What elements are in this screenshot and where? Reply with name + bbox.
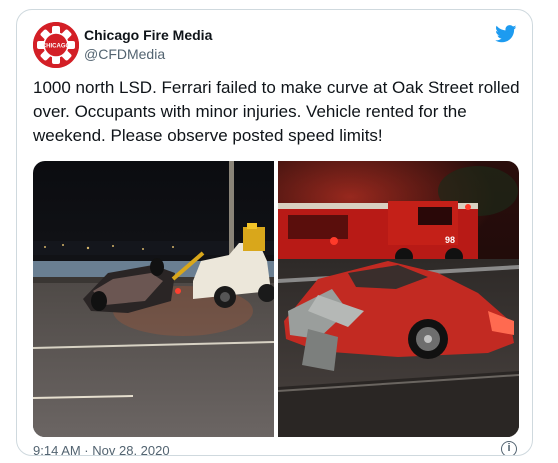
photo-overturned-car[interactable] — [33, 161, 274, 437]
chicago-fire-logo-icon: CHICAGO — [33, 22, 79, 68]
twitter-bird-icon[interactable] — [495, 25, 517, 43]
tweet-media[interactable]: 98 — [33, 161, 519, 437]
info-icon[interactable]: i — [501, 441, 517, 455]
tweet-text: 1000 north LSD. Ferrari failed to make c… — [33, 78, 520, 145]
fire-truck-number: 98 — [445, 235, 455, 245]
avatar[interactable]: CHICAGO — [33, 22, 79, 68]
tweet-timestamp[interactable]: 9:14 AM · Nov 28, 2020 — [33, 443, 170, 455]
avatar-logo-text: CHICAGO — [42, 44, 71, 50]
display-name[interactable]: Chicago Fire Media — [84, 27, 212, 43]
user-handle[interactable]: @CFDMedia — [84, 46, 165, 62]
tweet-card[interactable]: CHICAGO Chicago Fire Media @CFDMedia 100… — [16, 9, 533, 456]
photo-wrecked-ferrari[interactable]: 98 — [278, 161, 519, 437]
